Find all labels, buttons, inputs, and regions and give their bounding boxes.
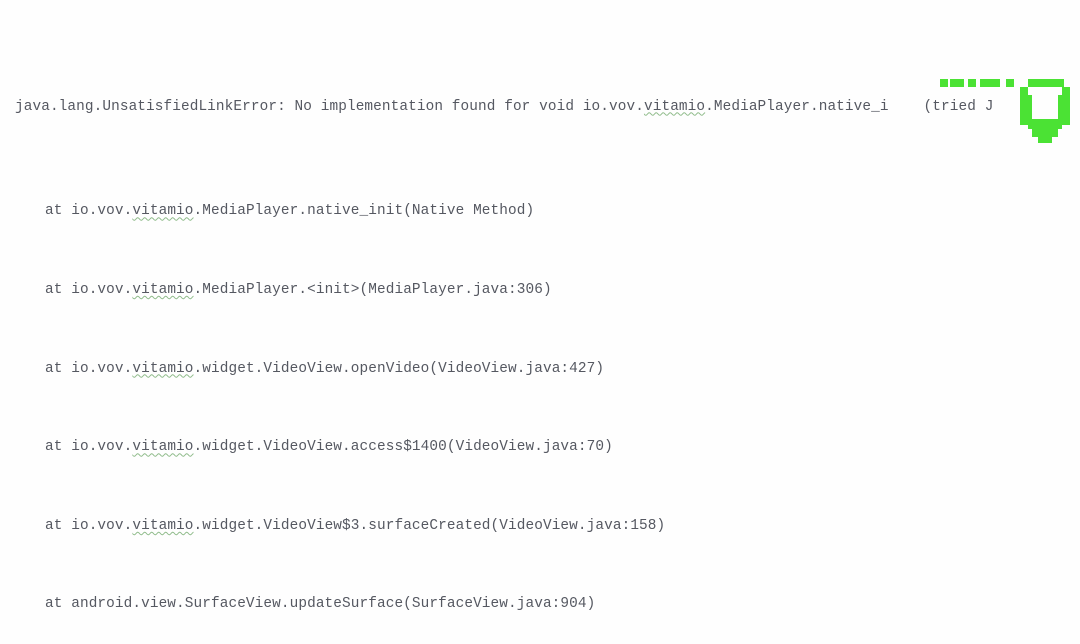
frame-wavy: vitamio [132,518,193,534]
frame-pre: io.vov. [71,439,132,455]
frame-wavy: vitamio [132,282,193,298]
frame-post: .MediaPlayer.native_init(Native Method) [194,203,535,219]
frame-pre: io.vov. [71,361,132,377]
frame-wavy: vitamio [132,361,193,377]
frame-post: .widget.VideoView.access$1400(VideoView.… [194,439,613,455]
frame-wavy: vitamio [132,439,193,455]
frame-post: .widget.VideoView$3.surfaceCreated(Video… [194,518,666,534]
error-header-middle: .MediaPlayer.native_i [705,99,888,115]
frame-wavy: vitamio [132,203,193,219]
error-header-tail: (tried J [915,99,994,115]
frame-post: .widget.VideoView.openVideo(VideoView.ja… [194,361,605,377]
frame-pre: io.vov. [71,518,132,534]
error-header-line: java.lang.UnsatisfiedLinkError: No imple… [15,94,993,120]
error-header-prefix: java.lang.UnsatisfiedLinkError: No imple… [15,99,644,115]
frame-pre: io.vov. [71,203,132,219]
stack-frame: at io.vov.vitamio.widget.VideoView$3.sur… [15,513,993,539]
error-header-wavy: vitamio [644,99,705,115]
stack-trace-block: java.lang.UnsatisfiedLinkError: No imple… [15,41,993,644]
stack-frame: at io.vov.vitamio.widget.VideoView.acces… [15,434,993,460]
stack-frame: at io.vov.vitamio.MediaPlayer.native_ini… [15,198,993,224]
frame-text: android.view.SurfaceView.updateSurface(S… [71,596,595,612]
stack-frame: at android.view.SurfaceView.updateSurfac… [15,591,993,617]
frame-pre: io.vov. [71,282,132,298]
frame-post: .MediaPlayer.<init>(MediaPlayer.java:306… [194,282,552,298]
stack-frame: at io.vov.vitamio.widget.VideoView.openV… [15,356,993,382]
stack-frame: at io.vov.vitamio.MediaPlayer.<init>(Med… [15,277,993,303]
